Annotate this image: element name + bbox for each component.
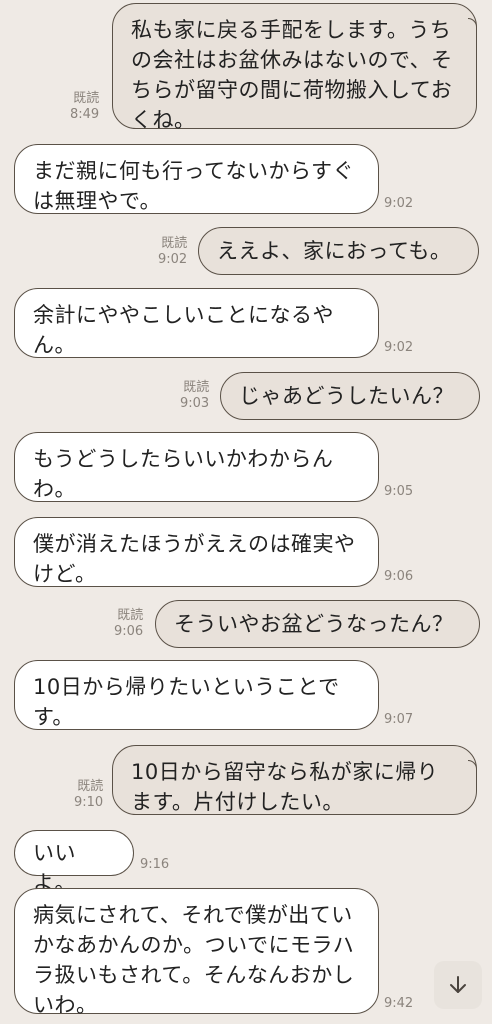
message-meta: 既読 9:03 — [180, 380, 209, 412]
message-meta: 既読 8:49 — [70, 91, 99, 123]
message-meta: 既読 9:02 — [158, 236, 187, 268]
message-text: もうどうしたらいいかわからんわ。 — [33, 447, 334, 501]
message-text: 病気にされて、それで僕が出ていかなあかんのか。ついでにモラハラ扱いもされて。そん… — [33, 903, 355, 1017]
read-receipt: 既読 — [161, 236, 188, 251]
message-bubble[interactable]: 僕が消えたほうがええのは確実やけど。 — [14, 517, 379, 587]
message-time: 9:02 — [384, 196, 414, 211]
message-text: そういやお盆どうなったん？ — [174, 612, 454, 636]
message-text: まだ親に何も行ってないからすぐは無理やで。 — [33, 159, 355, 213]
message-text: 私も家に戻る手配をします。うちの会社はお盆休みはないので、そちらが留守の間に荷物… — [131, 18, 453, 132]
message-text: いいよ。 — [33, 841, 76, 895]
message-bubble[interactable]: 10日から留守なら私が家に帰ります。片付けしたい。 — [112, 745, 477, 815]
bubble-tail — [468, 18, 477, 29]
scroll-to-bottom-button[interactable] — [434, 961, 482, 1009]
message-bubble[interactable]: そういやお盆どうなったん？ — [155, 600, 480, 648]
message-bubble[interactable]: ええよ、家におっても。 — [198, 227, 479, 275]
arrow-down-icon — [450, 976, 466, 993]
message-bubble[interactable]: 余計にややこしいことになるやん。 — [14, 288, 379, 358]
message-bubble[interactable]: じゃあどうしたいん？ — [220, 372, 480, 420]
message-time: 9:07 — [384, 712, 414, 727]
message-meta: 既読 9:06 — [114, 608, 143, 640]
read-receipt: 既読 — [77, 779, 104, 794]
message-text: 10日から留守なら私が家に帰ります。片付けしたい。 — [131, 760, 439, 814]
message-time: 9:06 — [384, 569, 414, 584]
message-time: 8:49 — [70, 107, 100, 122]
message-bubble[interactable]: 病気にされて、それで僕が出ていかなあかんのか。ついでにモラハラ扱いもされて。そん… — [14, 888, 379, 1017]
message-bubble[interactable]: もうどうしたらいいかわからんわ。 — [14, 432, 379, 502]
message-text: 10日から帰りたいということです。 — [33, 675, 340, 729]
message-time: 9:02 — [384, 340, 414, 355]
message-time: 9:16 — [140, 857, 170, 872]
message-text: じゃあどうしたいん？ — [239, 384, 454, 408]
message-time: 9:42 — [384, 996, 414, 1011]
read-receipt: 既読 — [183, 380, 210, 395]
message-time: 9:10 — [74, 795, 104, 810]
message-text: 余計にややこしいことになるやん。 — [33, 303, 334, 357]
message-meta: 既読 9:10 — [74, 779, 103, 811]
read-receipt: 既読 — [117, 608, 144, 623]
message-time: 9:03 — [180, 396, 210, 411]
read-receipt: 既読 — [73, 91, 100, 106]
bubble-tail — [468, 760, 477, 771]
message-bubble[interactable]: いいよ。 — [14, 830, 134, 895]
message-bubble[interactable]: 私も家に戻る手配をします。うちの会社はお盆休みはないので、そちらが留守の間に荷物… — [112, 3, 477, 132]
message-text: 僕が消えたほうがええのは確実やけど。 — [33, 532, 356, 586]
message-time: 9:05 — [384, 484, 414, 499]
message-bubble[interactable]: まだ親に何も行ってないからすぐは無理やで。 — [14, 144, 379, 214]
message-time: 9:06 — [114, 624, 144, 639]
message-bubble[interactable]: 10日から帰りたいということです。 — [14, 660, 379, 730]
message-time: 9:02 — [158, 252, 188, 267]
message-text: ええよ、家におっても。 — [217, 239, 452, 263]
